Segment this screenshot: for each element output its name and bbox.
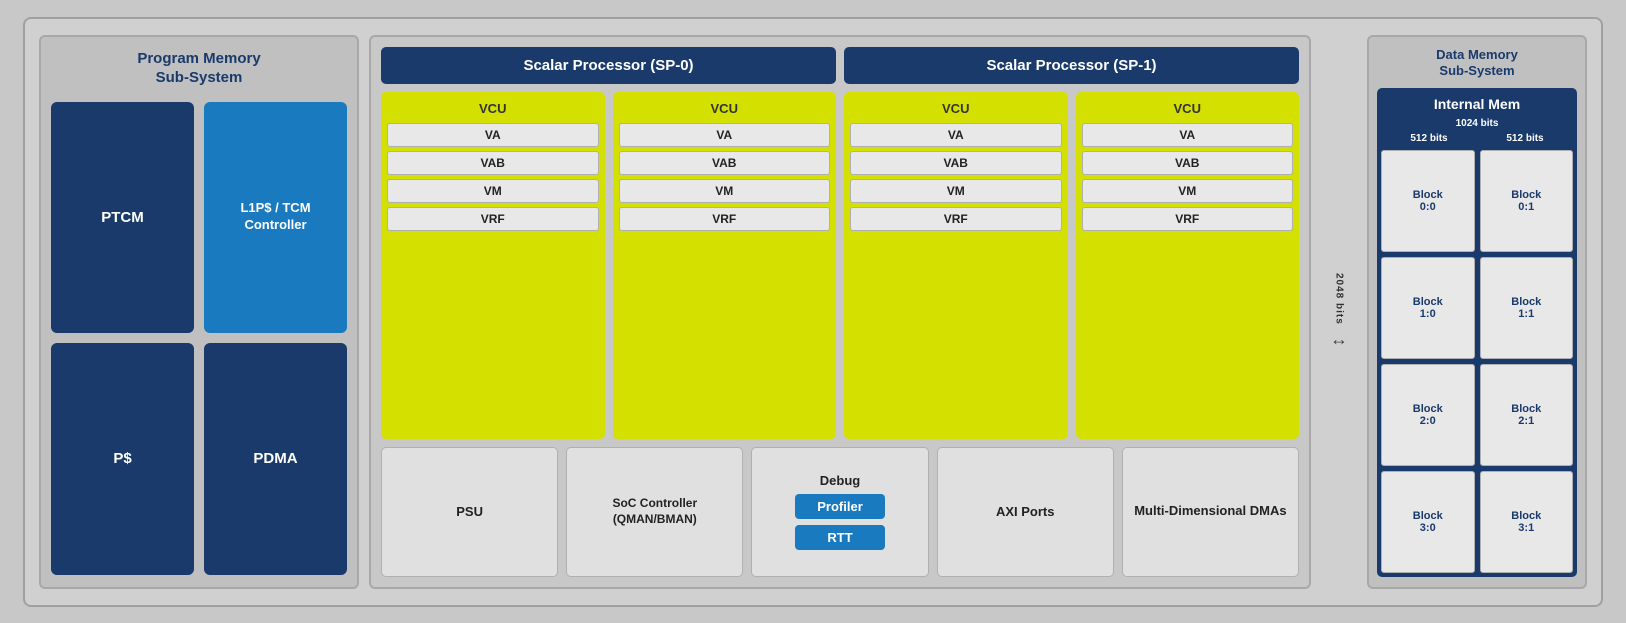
- vcu3-vm: VM: [850, 179, 1062, 203]
- vcu4-unit: VCU VA VAB VM VRF: [1076, 92, 1300, 439]
- block-01: Block 0:1: [1480, 150, 1574, 252]
- block-20: Block 2:0: [1381, 364, 1475, 466]
- vcu4-va: VA: [1082, 123, 1294, 147]
- vcu3-vrf: VRF: [850, 207, 1062, 231]
- block-10: Block 1:0: [1381, 257, 1475, 359]
- vcu2-label: VCU: [619, 98, 831, 119]
- middle-panel: Scalar Processor (SP-0) Scalar Processor…: [369, 35, 1311, 589]
- axi-block: AXI Ports: [937, 447, 1114, 577]
- program-memory-subsystem: Program Memory Sub-System PTCM L1P$ / TC…: [39, 35, 359, 589]
- vcu1-va: VA: [387, 123, 599, 147]
- left-panel-title: Program Memory Sub-System: [51, 49, 347, 88]
- internal-mem-box: Internal Mem 1024 bits 512 bits 512 bits…: [1377, 88, 1577, 576]
- block-21: Block 2:1: [1480, 364, 1574, 466]
- left-blocks-grid: PTCM L1P$ / TCM Controller P$ PDMA: [51, 102, 347, 575]
- vcu4-vrf: VRF: [1082, 207, 1294, 231]
- bits-512-left: 512 bits: [1410, 133, 1447, 144]
- rtt-button[interactable]: RTT: [795, 525, 885, 550]
- mem-blocks-grid: Block 0:0 Block 0:1 Block 1:0 Block 1:1 …: [1381, 150, 1573, 572]
- vcu3-va: VA: [850, 123, 1062, 147]
- soc-block: SoC Controller (QMAN/BMAN): [566, 447, 743, 577]
- bottom-row: PSU SoC Controller (QMAN/BMAN) Debug Pro…: [381, 447, 1299, 577]
- vcu-row: VCU VA VAB VM VRF VCU VA VAB VM VRF VCU …: [381, 92, 1299, 439]
- bits-512-row: 512 bits 512 bits: [1381, 133, 1573, 144]
- profiler-button[interactable]: Profiler: [795, 494, 885, 519]
- vcu1-unit: VCU VA VAB VM VRF: [381, 92, 605, 439]
- sp0-box: Scalar Processor (SP-0): [381, 47, 836, 84]
- debug-title: Debug: [820, 473, 860, 488]
- vcu2-unit: VCU VA VAB VM VRF: [613, 92, 837, 439]
- l1p-block: L1P$ / TCM Controller: [204, 102, 347, 334]
- vcu2-vab: VAB: [619, 151, 831, 175]
- vcu2-va: VA: [619, 123, 831, 147]
- vcu1-vrf: VRF: [387, 207, 599, 231]
- vcu2-vm: VM: [619, 179, 831, 203]
- vcu1-vm: VM: [387, 179, 599, 203]
- vcu1-vab: VAB: [387, 151, 599, 175]
- vcu3-label: VCU: [850, 98, 1062, 119]
- internal-mem-title: Internal Mem: [1381, 96, 1573, 112]
- dma-block: Multi-Dimensional DMAs: [1122, 447, 1299, 577]
- main-diagram: Program Memory Sub-System PTCM L1P$ / TC…: [23, 17, 1603, 607]
- bits-1024: 1024 bits: [1381, 118, 1573, 129]
- arrow-separator: 2048 bits ↔: [1321, 35, 1357, 589]
- right-panel-title: Data Memory Sub-System: [1377, 47, 1577, 81]
- block-00: Block 0:0: [1381, 150, 1475, 252]
- vcu4-vm: VM: [1082, 179, 1294, 203]
- block-11: Block 1:1: [1480, 257, 1574, 359]
- vcu4-vab: VAB: [1082, 151, 1294, 175]
- ps-block: P$: [51, 343, 194, 575]
- vcu2-vrf: VRF: [619, 207, 831, 231]
- psu-block: PSU: [381, 447, 558, 577]
- sp-row: Scalar Processor (SP-0) Scalar Processor…: [381, 47, 1299, 84]
- vcu3-unit: VCU VA VAB VM VRF: [844, 92, 1068, 439]
- block-31: Block 3:1: [1480, 471, 1574, 573]
- pdma-block: PDMA: [204, 343, 347, 575]
- vcu1-label: VCU: [387, 98, 599, 119]
- block-30: Block 3:0: [1381, 471, 1475, 573]
- data-memory-subsystem: Data Memory Sub-System Internal Mem 1024…: [1367, 35, 1587, 589]
- debug-block: Debug Profiler RTT: [751, 447, 928, 577]
- vcu4-label: VCU: [1082, 98, 1294, 119]
- ptcm-block: PTCM: [51, 102, 194, 334]
- bits-512-right: 512 bits: [1506, 133, 1543, 144]
- vcu3-vab: VAB: [850, 151, 1062, 175]
- sp1-box: Scalar Processor (SP-1): [844, 47, 1299, 84]
